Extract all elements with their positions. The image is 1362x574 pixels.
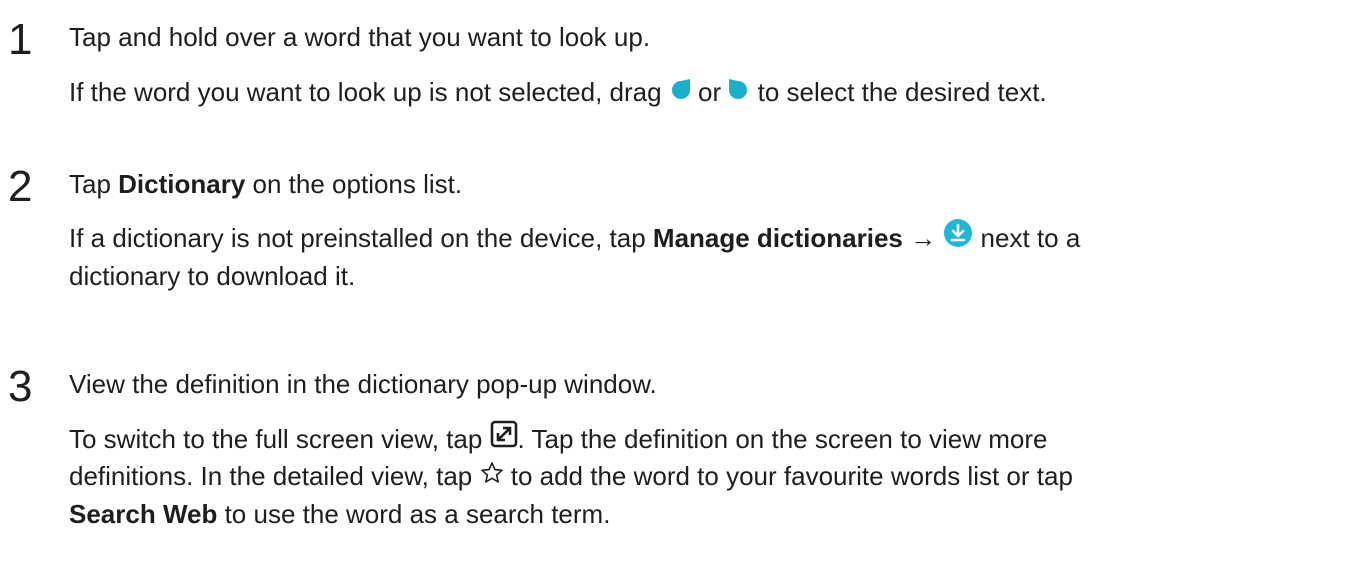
step-description-line-2: definitions. In the detailed view, tap t… [69, 457, 1073, 497]
star-outline-icon [480, 457, 504, 495]
step-description-line-1: If a dictionary is not preinstalled on t… [69, 219, 1080, 260]
step-description-line-1: To switch to the full screen view, tap .… [69, 420, 1048, 460]
step-number: 3 [8, 362, 33, 411]
download-icon [943, 218, 973, 258]
step-title: Tap Dictionary on the options list. [69, 169, 463, 199]
step-description: If the word you want to look up is not s… [69, 73, 1047, 113]
step-title: View the definition in the dictionary po… [69, 369, 657, 399]
step-description-line-3: Search Web to use the word as a search t… [69, 499, 611, 529]
fullscreen-icon [490, 420, 518, 458]
left-selection-handle-icon [669, 73, 691, 111]
right-selection-handle-icon [728, 73, 750, 111]
step-number: 1 [8, 15, 33, 64]
step-description-line-2: dictionary to download it. [69, 261, 356, 291]
step-title: Tap and hold over a word that you want t… [69, 22, 651, 52]
step-number: 2 [8, 162, 33, 211]
